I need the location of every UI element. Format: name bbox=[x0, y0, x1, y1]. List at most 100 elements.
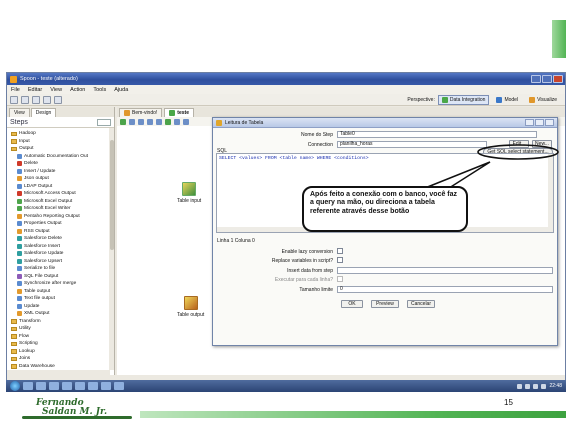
tree-step[interactable]: Microsoft Excel Writer bbox=[7, 205, 114, 213]
scrollbar-thumb[interactable] bbox=[109, 140, 114, 250]
tree-step[interactable]: Salesforce Update bbox=[7, 250, 114, 258]
explore-repository-icon[interactable] bbox=[32, 95, 40, 104]
preview-icon[interactable] bbox=[147, 118, 153, 125]
dialog-titlebar[interactable]: Leitura de Tabela bbox=[213, 118, 557, 128]
tree-step[interactable]: Json output bbox=[7, 175, 114, 183]
tray-volume-icon[interactable] bbox=[541, 383, 547, 389]
preview-button[interactable]: Preview bbox=[371, 300, 399, 308]
tree-folder[interactable]: Scripting bbox=[7, 340, 114, 348]
ok-button[interactable]: OK bbox=[341, 300, 363, 308]
tree-folder[interactable]: Input bbox=[7, 138, 114, 146]
tray-network-icon[interactable] bbox=[533, 383, 539, 389]
execute-each-checkbox[interactable] bbox=[337, 276, 343, 282]
tree-step[interactable]: Pentaho Reporting Output bbox=[7, 213, 114, 221]
minimize-button[interactable] bbox=[531, 75, 541, 83]
perspective-model[interactable]: Model bbox=[492, 95, 522, 105]
tree-step[interactable]: Salesforce Insert bbox=[7, 243, 114, 251]
tree-step[interactable]: Update bbox=[7, 303, 114, 311]
steps-scrollbar[interactable] bbox=[109, 128, 114, 370]
close-button[interactable] bbox=[553, 75, 563, 83]
tree-folder[interactable]: Joins bbox=[7, 355, 114, 363]
tab-teste[interactable]: teste bbox=[164, 108, 194, 117]
tree-folder[interactable]: Output bbox=[7, 145, 114, 153]
tree-step[interactable]: Microsoft Access Output bbox=[7, 190, 114, 198]
taskbar-item-media[interactable] bbox=[49, 382, 59, 390]
tree-step[interactable]: Text file output bbox=[7, 295, 114, 303]
taskbar-item-ie[interactable] bbox=[23, 382, 33, 390]
open-file-icon[interactable] bbox=[21, 95, 29, 104]
menu-action[interactable]: Action bbox=[70, 87, 85, 93]
canvas-step-table-output[interactable]: Table output bbox=[177, 296, 204, 318]
taskbar-item-explorer[interactable] bbox=[36, 382, 46, 390]
tree-step[interactable]: Microsoft Excel Output bbox=[7, 198, 114, 206]
debug-icon[interactable] bbox=[156, 118, 162, 125]
dialog-maximize-button[interactable] bbox=[535, 119, 544, 126]
tree-step[interactable]: Delete bbox=[7, 160, 114, 168]
step-name-input[interactable]: Table0 bbox=[337, 131, 537, 138]
tree-step[interactable]: RSS Output bbox=[7, 228, 114, 236]
tree-step[interactable]: Synchronize after merge bbox=[7, 280, 114, 288]
tab-view[interactable]: View bbox=[9, 108, 30, 117]
menu-editar[interactable]: Editar bbox=[28, 87, 42, 93]
taskbar-item-app4[interactable] bbox=[101, 382, 111, 390]
replay-icon[interactable] bbox=[165, 118, 171, 125]
tree-folder[interactable]: Flow bbox=[7, 333, 114, 341]
save-as-icon[interactable] bbox=[54, 95, 62, 104]
tree-step[interactable]: XML Output bbox=[7, 310, 114, 318]
dialog-close-button[interactable] bbox=[545, 119, 554, 126]
tab-bem-vindo[interactable]: Bem-vindo! bbox=[119, 108, 163, 117]
start-button-icon[interactable] bbox=[10, 381, 20, 391]
dialog-minimize-button[interactable] bbox=[525, 119, 534, 126]
verify-icon[interactable] bbox=[174, 118, 180, 125]
steps-hscrollbar[interactable] bbox=[7, 370, 110, 375]
new-connection-button[interactable]: New... bbox=[532, 140, 552, 148]
pause-icon[interactable] bbox=[129, 118, 135, 125]
tree-step[interactable]: Salesforce Upsert bbox=[7, 258, 114, 266]
perspective-visualize[interactable]: Visualize bbox=[525, 95, 561, 105]
tree-step[interactable]: Properties Output bbox=[7, 220, 114, 228]
cancel-button[interactable]: Cancelar bbox=[407, 300, 435, 308]
window-titlebar[interactable]: Spoon - teste (alterado) bbox=[7, 73, 565, 85]
replace-variables-checkbox[interactable] bbox=[337, 257, 343, 263]
new-file-icon[interactable] bbox=[10, 95, 18, 104]
stop-icon[interactable] bbox=[138, 118, 144, 125]
menu-ajuda[interactable]: Ajuda bbox=[114, 87, 128, 93]
tab-design[interactable]: Design bbox=[30, 108, 57, 117]
perspective-data-integration[interactable]: Data Integration bbox=[437, 94, 490, 105]
menu-view[interactable]: View bbox=[50, 87, 62, 93]
taskbar-item-app2[interactable] bbox=[75, 382, 85, 390]
tree-step[interactable]: SQL File Output bbox=[7, 273, 114, 281]
menu-file[interactable]: File bbox=[11, 87, 20, 93]
sql-vscrollbar[interactable] bbox=[548, 154, 553, 232]
enable-lazy-checkbox[interactable] bbox=[337, 248, 343, 254]
steps-search-input[interactable] bbox=[97, 118, 111, 126]
menu-tools[interactable]: Tools bbox=[93, 87, 106, 93]
maximize-button[interactable] bbox=[542, 75, 552, 83]
run-icon[interactable] bbox=[120, 118, 126, 125]
insert-data-select[interactable] bbox=[337, 267, 553, 274]
edit-connection-button[interactable]: Edit... bbox=[509, 140, 529, 148]
tree-step[interactable]: LDAP Output bbox=[7, 183, 114, 191]
limit-size-input[interactable]: 0 bbox=[337, 286, 553, 293]
tree-step[interactable]: Table output bbox=[7, 288, 114, 296]
tray-arrow-icon[interactable] bbox=[517, 383, 523, 389]
tree-folder[interactable]: Transform bbox=[7, 318, 114, 326]
tree-step[interactable]: Insert / Update bbox=[7, 168, 114, 176]
tree-folder[interactable]: Data Warehouse bbox=[7, 363, 114, 371]
taskbar-item-app1[interactable] bbox=[62, 382, 72, 390]
tree-step[interactable]: Automatic Documentation Out bbox=[7, 153, 114, 161]
taskbar-item-app5[interactable] bbox=[114, 382, 124, 390]
tree-folder[interactable]: Utility bbox=[7, 325, 114, 333]
impact-icon[interactable] bbox=[183, 118, 189, 125]
tree-step[interactable]: Salesforce Delete bbox=[7, 235, 114, 243]
canvas-step-table-input[interactable]: Table input bbox=[177, 182, 201, 204]
tree-item-label: Output bbox=[19, 146, 34, 152]
tree-folder[interactable]: Hadoop bbox=[7, 130, 114, 138]
tray-clock[interactable]: 22:48 bbox=[549, 383, 562, 389]
tray-flag-icon[interactable] bbox=[525, 383, 531, 389]
tree-folder[interactable]: Lookup bbox=[7, 348, 114, 356]
tree-step[interactable]: Serialize to file bbox=[7, 265, 114, 273]
save-icon[interactable] bbox=[43, 95, 51, 104]
connection-select[interactable]: planilha_horas bbox=[337, 141, 487, 148]
taskbar-item-app3[interactable] bbox=[88, 382, 98, 390]
